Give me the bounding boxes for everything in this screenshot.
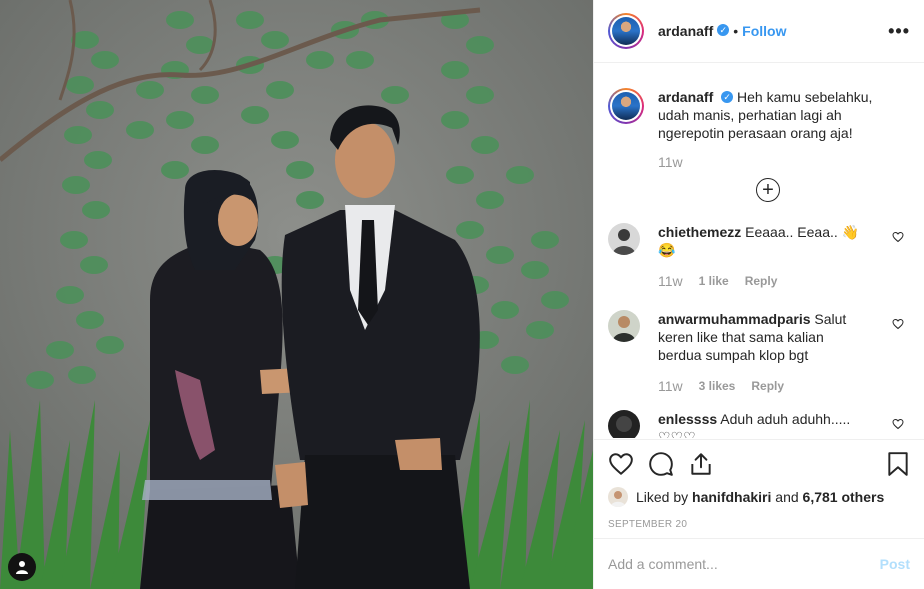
post-panel: ardanaff ✓ • Follow ••• ardanaff ✓ Heh k… (593, 0, 924, 589)
comment-input[interactable] (608, 556, 880, 572)
follow-button[interactable]: Follow (742, 23, 786, 39)
plus-circle-icon: + (756, 178, 780, 202)
liked-by-row: Liked by hanifdhakiri and 6,781 others (608, 487, 910, 507)
share-button[interactable] (688, 444, 728, 484)
post-comment-button[interactable]: Post (880, 556, 910, 572)
heart-icon (609, 453, 633, 475)
verified-badge-icon: ✓ (717, 24, 730, 36)
liked-by-and: and (775, 489, 799, 505)
save-button[interactable] (870, 444, 910, 484)
comment-time[interactable]: 11w (658, 378, 683, 394)
commenter-avatar[interactable] (608, 223, 640, 255)
reply-button[interactable]: Reply (751, 379, 784, 393)
caption-time[interactable]: 11w (658, 154, 910, 170)
comment-likes[interactable]: 3 likes (699, 379, 736, 393)
liker-avatar[interactable] (608, 487, 628, 507)
author-username[interactable]: ardanaff (658, 23, 713, 39)
post-header: ardanaff ✓ • Follow ••• (594, 0, 924, 63)
more-options-button[interactable]: ••• (888, 21, 910, 42)
comment-likes[interactable]: 1 like (699, 274, 729, 288)
commenter-avatar[interactable] (608, 410, 640, 438)
liked-by-username[interactable]: hanifdhakiri (692, 489, 771, 505)
comment-item: enlessss Aduh aduh aduhh..... ♡♡♡ (608, 410, 910, 438)
comment-button[interactable] (648, 444, 688, 484)
add-comment-bar: Post (594, 538, 924, 589)
share-upload-icon (691, 453, 711, 475)
post-image (0, 0, 593, 589)
verified-badge-icon: ✓ (721, 91, 734, 104)
load-more-comments-button[interactable]: + (608, 178, 910, 202)
like-comment-heart-icon[interactable] (892, 231, 904, 243)
comment-time[interactable]: 11w (658, 273, 683, 289)
tagged-users-button[interactable] (8, 553, 36, 581)
comment-item: chiethemezz Eeaaa.. Eeaa.. 👋😂 11w 1 like… (608, 223, 910, 289)
like-comment-heart-icon[interactable] (892, 418, 904, 430)
separator-dot: • (733, 23, 739, 39)
comment-username[interactable]: chiethemezz (658, 224, 741, 240)
comment-item: anwarmuhammadparis Salut keren like that… (608, 310, 910, 394)
comment-username[interactable]: anwarmuhammadparis (658, 311, 811, 327)
likes-count[interactable]: 6,781 others (803, 489, 885, 505)
comment-bubble-icon (649, 452, 673, 476)
caption: ardanaff ✓ Heh kamu sebelahku, udah mani… (608, 64, 910, 142)
person-icon (16, 561, 28, 574)
like-comment-heart-icon[interactable] (892, 318, 904, 330)
commenter-avatar[interactable] (608, 310, 640, 342)
reply-button[interactable]: Reply (745, 274, 778, 288)
caption-avatar[interactable] (608, 88, 644, 124)
post-actions: Liked by hanifdhakiri and 6,781 others S… (594, 439, 924, 530)
comments-list[interactable]: ardanaff ✓ Heh kamu sebelahku, udah mani… (594, 64, 924, 438)
post-date[interactable]: SEPTEMBER 20 (608, 519, 910, 530)
like-button[interactable] (608, 444, 648, 484)
comment-username[interactable]: enlessss (658, 411, 717, 427)
author-avatar[interactable] (608, 13, 644, 49)
bookmark-icon (888, 452, 908, 476)
liked-by-prefix: Liked by (636, 489, 689, 505)
caption-username[interactable]: ardanaff (658, 89, 713, 105)
post-photo[interactable] (0, 0, 593, 589)
